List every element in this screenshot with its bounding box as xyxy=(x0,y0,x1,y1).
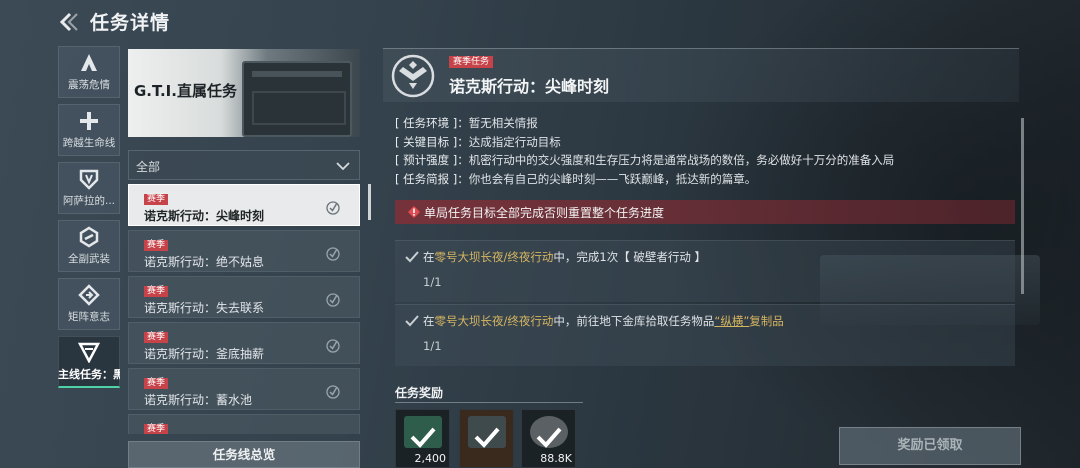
check-icon xyxy=(405,251,419,263)
sidebar-item-1[interactable]: 跨越生命线 xyxy=(58,104,120,156)
claim-reward-button[interactable]: 奖励已领取 xyxy=(839,427,1021,465)
objective-map: 零号大坝长夜/终夜行动 xyxy=(434,314,554,328)
detail-scrollbar[interactable] xyxy=(1021,118,1024,294)
task-item[interactable]: 赛季 诺克斯行动：蓄水池 xyxy=(128,368,360,410)
rewards-divider xyxy=(395,402,583,403)
reward-item[interactable]: 88.8K xyxy=(521,409,576,468)
task-detail-header: 赛季任务 诺克斯行动：尖峰时刻 xyxy=(383,48,1019,102)
sidebar-item-0[interactable]: 震荡危情 xyxy=(58,46,120,98)
page-title: 任务详情 xyxy=(90,12,171,34)
completed-check-icon xyxy=(326,247,340,261)
task-name: 诺克斯行动：绝不姑息 xyxy=(144,255,265,269)
info-value: 暂无相关情报 xyxy=(468,116,538,130)
sidebar-item-3[interactable]: 全副武装 xyxy=(58,220,120,272)
task-name: 诺克斯行动：蓄水池 xyxy=(144,393,253,407)
sidebar-item-label: 主线任务：黑夜 xyxy=(58,368,120,381)
completed-check-icon xyxy=(326,201,340,215)
task-name: 诺克斯行动：失去联系 xyxy=(144,301,265,315)
crate-image xyxy=(242,61,352,137)
season-badge: 赛季 xyxy=(144,332,169,343)
task-item[interactable]: 赛季 诺克斯行动：失去联系 xyxy=(128,276,360,318)
task-list: 赛季 诺克斯行动：尖峰时刻 赛季 诺克斯行动：绝不姑息 赛季 诺克斯行动：失去联… xyxy=(128,184,362,434)
info-row: [ 预计强度 ]：机密行动中的交火强度和生存压力将是通常战场的数倍，务必做好十万… xyxy=(395,153,895,167)
eagle-emblem-icon xyxy=(391,54,435,98)
filter-dropdown[interactable]: 全部 xyxy=(128,150,360,180)
warning-icon xyxy=(408,206,420,218)
sidebar-item-2[interactable]: 阿萨拉的... xyxy=(58,162,120,214)
badge-shield-icon xyxy=(79,169,99,190)
warning-banner: 单局任务目标全部完成否则重置整个任务进度 xyxy=(395,200,1015,224)
warning-text: 单局任务目标全部完成否则重置整个任务进度 xyxy=(424,206,665,220)
objective-progress: 1/1 xyxy=(423,275,442,289)
task-list-scrollbar[interactable] xyxy=(368,184,371,220)
season-badge: 赛季 xyxy=(144,424,169,434)
info-value: 你也会有自己的尖峰时刻——飞跃巅峰，抵达新的篇章。 xyxy=(468,171,757,186)
completed-check-icon xyxy=(326,385,340,399)
info-row: [ 关键目标 ]：达成指定行动目标 xyxy=(395,134,561,149)
task-item[interactable]: 赛季 诺克斯行动：绝不姑息 xyxy=(128,230,360,272)
reward-count: 88.8K xyxy=(540,452,572,465)
filter-value: 全部 xyxy=(136,160,161,174)
sidebar-item-label: 跨越生命线 xyxy=(62,137,116,149)
task-title: 诺克斯行动：尖峰时刻 xyxy=(449,77,610,96)
banner-title: G.T.I.直属任务 xyxy=(134,82,237,100)
info-key: [ 任务环境 ] xyxy=(395,116,458,130)
objective-item: 在零号大坝长夜/终夜行动中，完成1次【 破壁者行动 】 1/1 xyxy=(395,240,1015,302)
gear-link-icon xyxy=(79,226,99,248)
sidebar-item-label: 震荡危情 xyxy=(68,79,110,91)
item-link[interactable]: “纵横” xyxy=(714,314,749,328)
info-key: [ 任务简报 ] xyxy=(395,171,458,186)
sidebar-nav: 震荡危情 跨越生命线 阿萨拉的... 全副武装 矩阵意志 主线任务：黑夜 xyxy=(58,46,120,394)
task-line-banner: G.T.I.直属任务 xyxy=(128,49,360,137)
season-task-badge: 赛季任务 xyxy=(449,56,494,68)
sidebar-item-4[interactable]: 矩阵意志 xyxy=(58,278,120,330)
claimed-check-icon xyxy=(474,427,500,448)
task-item[interactable]: 赛季 诺克斯行动：尖峰时刻 xyxy=(128,184,360,226)
check-icon xyxy=(405,315,419,327)
a-shield-icon xyxy=(81,54,97,71)
objective-progress: 1/1 xyxy=(423,339,442,353)
claimed-check-icon xyxy=(410,427,436,448)
objective-text: 在零号大坝长夜/终夜行动中，完成1次【 破壁者行动 】 xyxy=(423,250,707,264)
claimed-check-icon xyxy=(536,427,562,448)
objective-text: 在零号大坝长夜/终夜行动中，前往地下金库拾取任务物品“纵横”复制品 xyxy=(423,314,784,328)
diamond-arrow-icon xyxy=(78,284,100,306)
task-info: [ 任务环境 ]：暂无相关情报 [ 关键目标 ]：达成指定行动目标 [ 预计强度… xyxy=(395,114,1015,188)
chevron-down-icon xyxy=(336,162,350,171)
top-bar: 任务详情 xyxy=(0,0,1080,44)
task-name: 诺克斯行动：釜底抽薪 xyxy=(144,347,265,361)
task-item[interactable]: 赛季 诺克斯行动：釜底抽薪 xyxy=(128,322,360,364)
season-badge: 赛季 xyxy=(144,240,169,251)
objective-item: 在零号大坝长夜/终夜行动中，前往地下金库拾取任务物品“纵横”复制品 1/1 xyxy=(395,304,1015,366)
info-key: [ 预计强度 ] xyxy=(395,153,458,167)
back-arrow-icon[interactable] xyxy=(56,10,80,34)
rewards-title: 任务奖励 xyxy=(395,386,444,400)
season-badge: 赛季 xyxy=(144,286,169,297)
completed-check-icon xyxy=(326,339,340,353)
info-value: 机密行动中的交火强度和生存压力将是通常战场的数倍，务必做好十万分的准备入局 xyxy=(468,153,895,167)
task-line-overview-button[interactable]: 任务线总览 xyxy=(128,441,360,468)
task-item[interactable]: 赛季 xyxy=(128,414,360,434)
info-value: 达成指定行动目标 xyxy=(468,134,561,149)
sidebar-item-label: 全副武装 xyxy=(68,253,110,265)
reward-item[interactable]: 2,400 xyxy=(395,409,450,468)
task-name: 诺克斯行动：尖峰时刻 xyxy=(144,209,265,223)
info-key: [ 关键目标 ] xyxy=(395,134,458,149)
reward-count: 2,400 xyxy=(414,452,447,465)
season-badge: 赛季 xyxy=(144,378,169,389)
sidebar-item-label: 阿萨拉的... xyxy=(62,195,115,207)
v-chevron-icon xyxy=(78,342,100,363)
season-badge: 赛季 xyxy=(144,194,169,205)
info-row: [ 任务环境 ]：暂无相关情报 xyxy=(395,116,538,130)
reward-item[interactable] xyxy=(459,409,514,468)
info-row: [ 任务简报 ]：你也会有自己的尖峰时刻——飞跃巅峰，抵达新的篇章。 xyxy=(395,171,757,186)
sidebar-item-label: 矩阵意志 xyxy=(68,311,110,323)
sidebar-item-5[interactable]: 主线任务：黑夜 xyxy=(58,336,120,388)
completed-check-icon xyxy=(326,293,340,307)
objective-map: 零号大坝长夜/终夜行动 xyxy=(434,250,554,264)
medic-cross-icon xyxy=(80,112,98,130)
